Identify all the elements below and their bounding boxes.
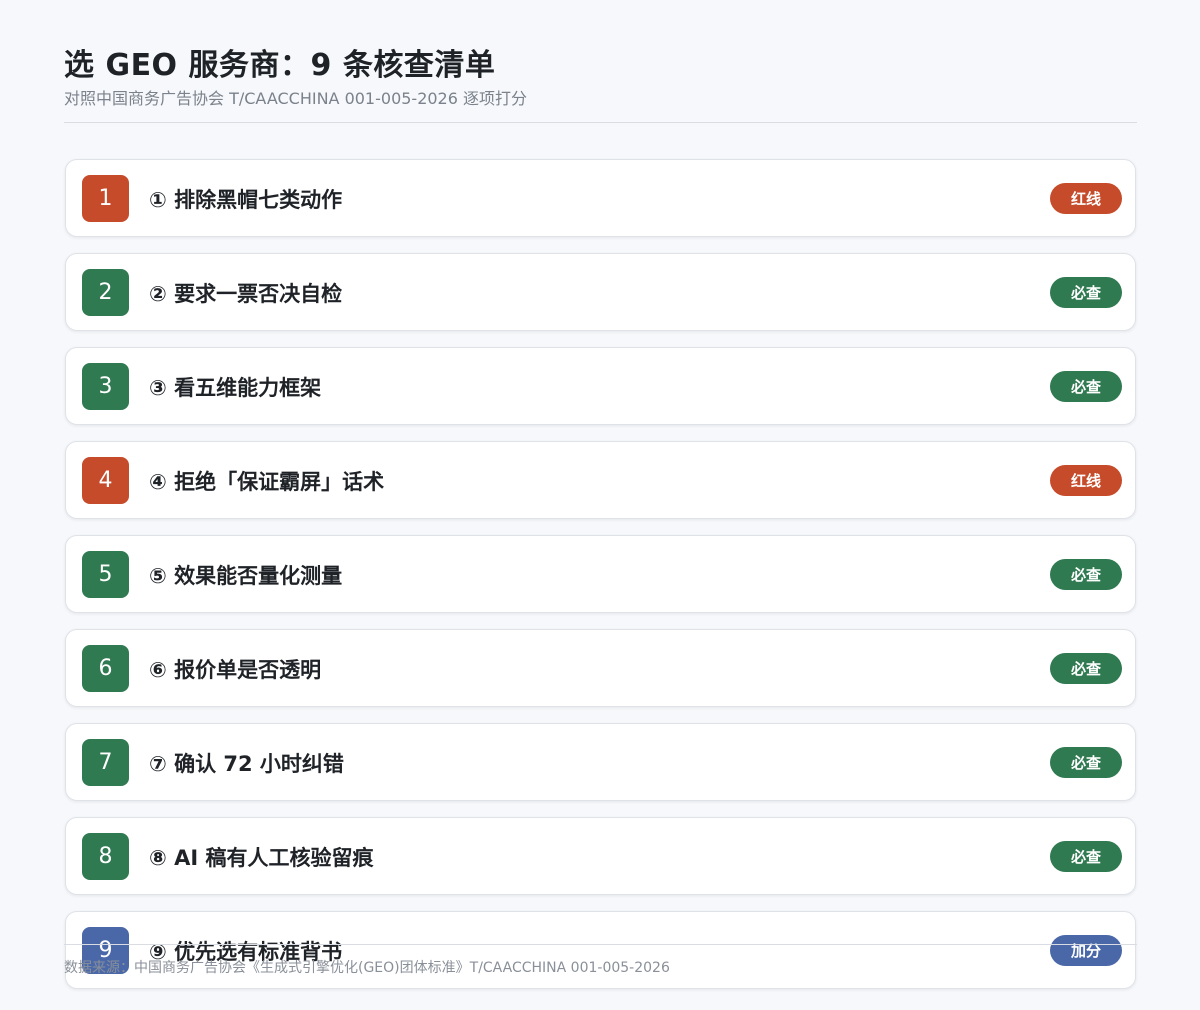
item-number-badge: 1 xyxy=(82,175,129,222)
checklist-item: 6 ⑥ 报价单是否透明 必查 xyxy=(65,629,1136,707)
item-label: ⑨ 优先选有标准背书 xyxy=(149,940,343,964)
checklist-item: 4 ④ 拒绝「保证霸屏」话术 红线 xyxy=(65,441,1136,519)
header-divider xyxy=(64,122,1137,123)
item-tag: 必查 xyxy=(1050,747,1122,778)
checklist-item: 7 ⑦ 确认 72 小时纠错 必查 xyxy=(65,723,1136,801)
item-number-badge: 7 xyxy=(82,739,129,786)
item-label: ④ 拒绝「保证霸屏」话术 xyxy=(149,470,385,494)
item-tag: 红线 xyxy=(1050,465,1122,496)
page-title: 选 GEO 服务商：9 条核查清单 xyxy=(64,48,496,83)
item-label: ⑦ 确认 72 小时纠错 xyxy=(149,752,344,776)
item-tag: 红线 xyxy=(1050,183,1122,214)
item-number-badge: 3 xyxy=(82,363,129,410)
page-header: 选 GEO 服务商：9 条核查清单 对照中国商务广告协会 T/CAACCHINA… xyxy=(64,46,1137,110)
source-note: 数据来源：中国商务广告协会《生成式引擎优化(GEO)团体标准》T/CAACCHI… xyxy=(64,960,670,976)
item-label: ② 要求一票否决自检 xyxy=(149,282,343,306)
item-number-badge: 4 xyxy=(82,457,129,504)
item-label: ⑧ AI 稿有人工核验留痕 xyxy=(149,846,374,870)
checklist-item: 8 ⑧ AI 稿有人工核验留痕 必查 xyxy=(65,817,1136,895)
checklist-item: 3 ③ 看五维能力框架 必查 xyxy=(65,347,1136,425)
item-label: ③ 看五维能力框架 xyxy=(149,376,322,400)
item-number-badge: 6 xyxy=(82,645,129,692)
item-label: ① 排除黑帽七类动作 xyxy=(149,188,343,212)
item-number-badge: 8 xyxy=(82,833,129,880)
item-tag: 必查 xyxy=(1050,559,1122,590)
item-tag: 必查 xyxy=(1050,371,1122,402)
item-tag: 加分 xyxy=(1050,935,1122,966)
item-number-badge: 5 xyxy=(82,551,129,598)
item-tag: 必查 xyxy=(1050,277,1122,308)
item-number-badge: 2 xyxy=(82,269,129,316)
page-subtitle: 对照中国商务广告协会 T/CAACCHINA 001-005-2026 逐项打分 xyxy=(64,89,528,108)
checklist-item: 1 ① 排除黑帽七类动作 红线 xyxy=(65,159,1136,237)
item-tag: 必查 xyxy=(1050,841,1122,872)
item-label: ⑥ 报价单是否透明 xyxy=(149,658,322,682)
item-tag: 必查 xyxy=(1050,653,1122,684)
item-label: ⑤ 效果能否量化测量 xyxy=(149,564,343,588)
footer-divider xyxy=(64,944,1137,945)
checklist-item: 5 ⑤ 效果能否量化测量 必查 xyxy=(65,535,1136,613)
checklist: 1 ① 排除黑帽七类动作 红线 2 ② 要求一票否决自检 必查 3 ③ 看五维能… xyxy=(65,159,1136,1005)
checklist-item: 2 ② 要求一票否决自检 必查 xyxy=(65,253,1136,331)
